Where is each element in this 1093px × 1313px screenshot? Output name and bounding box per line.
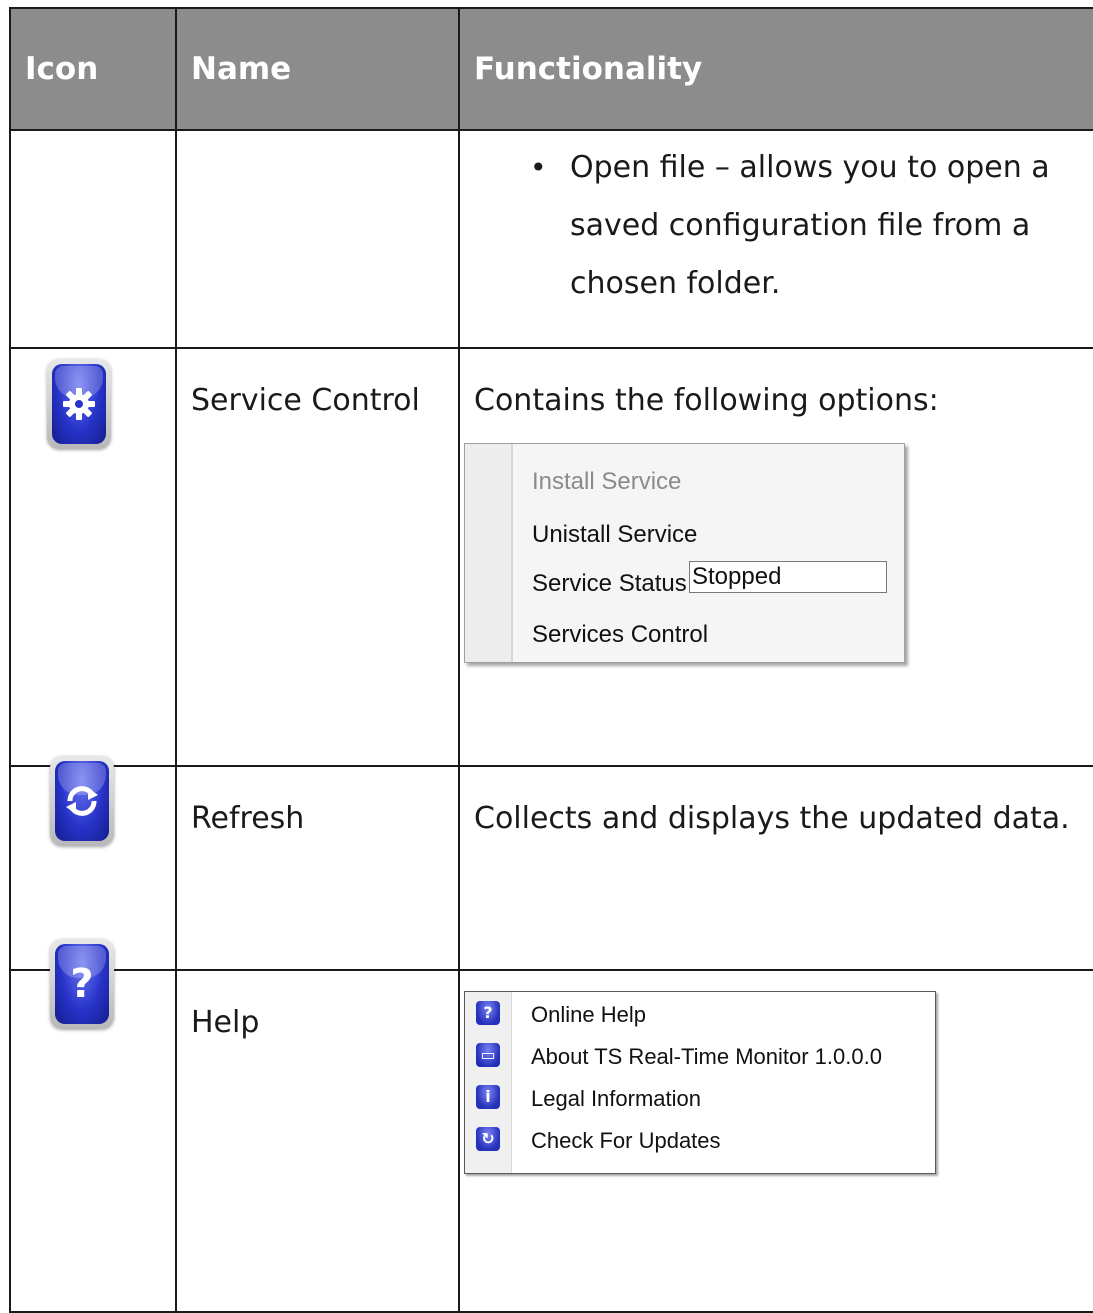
header-name: Name: [175, 7, 460, 131]
bullet-list: • Open file – allows you to open a saved…: [474, 139, 1085, 313]
menu-item-install-service[interactable]: Install Service: [532, 468, 681, 496]
svg-text:?: ?: [70, 961, 93, 1007]
help-question-icon: ?: [50, 939, 114, 1029]
name-cell: Service Control: [175, 347, 460, 767]
menu-item-about[interactable]: About TS Real-Time Monitor 1.0.0.0: [531, 1044, 882, 1070]
header-icon: Icon: [9, 7, 177, 131]
service-status-field[interactable]: Stopped: [689, 561, 887, 593]
bullet-icon: •: [530, 151, 547, 184]
menu-item-online-help[interactable]: Online Help: [531, 1002, 646, 1028]
menu-item-service-status: Service Status: [532, 570, 687, 597]
functionality-cell: • Open file – allows you to open a saved…: [458, 129, 1093, 349]
menu-item-check-for-updates[interactable]: Check For Updates: [531, 1128, 721, 1154]
menu-item-services-control[interactable]: Services Control: [532, 621, 708, 649]
menu-item-legal-information[interactable]: Legal Information: [531, 1086, 701, 1112]
service-control-gear-icon: [47, 359, 111, 449]
menu-gutter: [465, 444, 513, 662]
name-cell: Refresh: [175, 765, 460, 971]
update-icon: ↻: [476, 1127, 500, 1151]
header-functionality: Functionality: [458, 7, 1093, 131]
question-icon: ?: [476, 1001, 500, 1025]
name-cell: [175, 129, 460, 349]
name-cell: Help: [175, 969, 460, 1313]
table-row: Refresh Collects and displays the update…: [9, 765, 1093, 971]
service-control-menu: Install Service Unistall Service Service…: [464, 443, 905, 663]
bullet-text: Open file – allows you to open a saved c…: [570, 150, 1050, 301]
info-icon: i: [476, 1085, 500, 1109]
table-header-row: Icon Name Functionality: [9, 7, 1093, 131]
help-menu: ? Online Help ▭ About TS Real-Time Monit…: [464, 991, 936, 1174]
menu-item-uninstall-service[interactable]: Unistall Service: [532, 521, 697, 549]
list-item: • Open file – allows you to open a saved…: [474, 139, 1085, 313]
table-row: • Open file – allows you to open a saved…: [9, 129, 1093, 349]
refresh-icon: [50, 756, 114, 846]
functionality-cell: Collects and displays the updated data.: [458, 765, 1093, 971]
icon-cell: [9, 129, 177, 349]
message-icon: ▭: [476, 1043, 500, 1067]
